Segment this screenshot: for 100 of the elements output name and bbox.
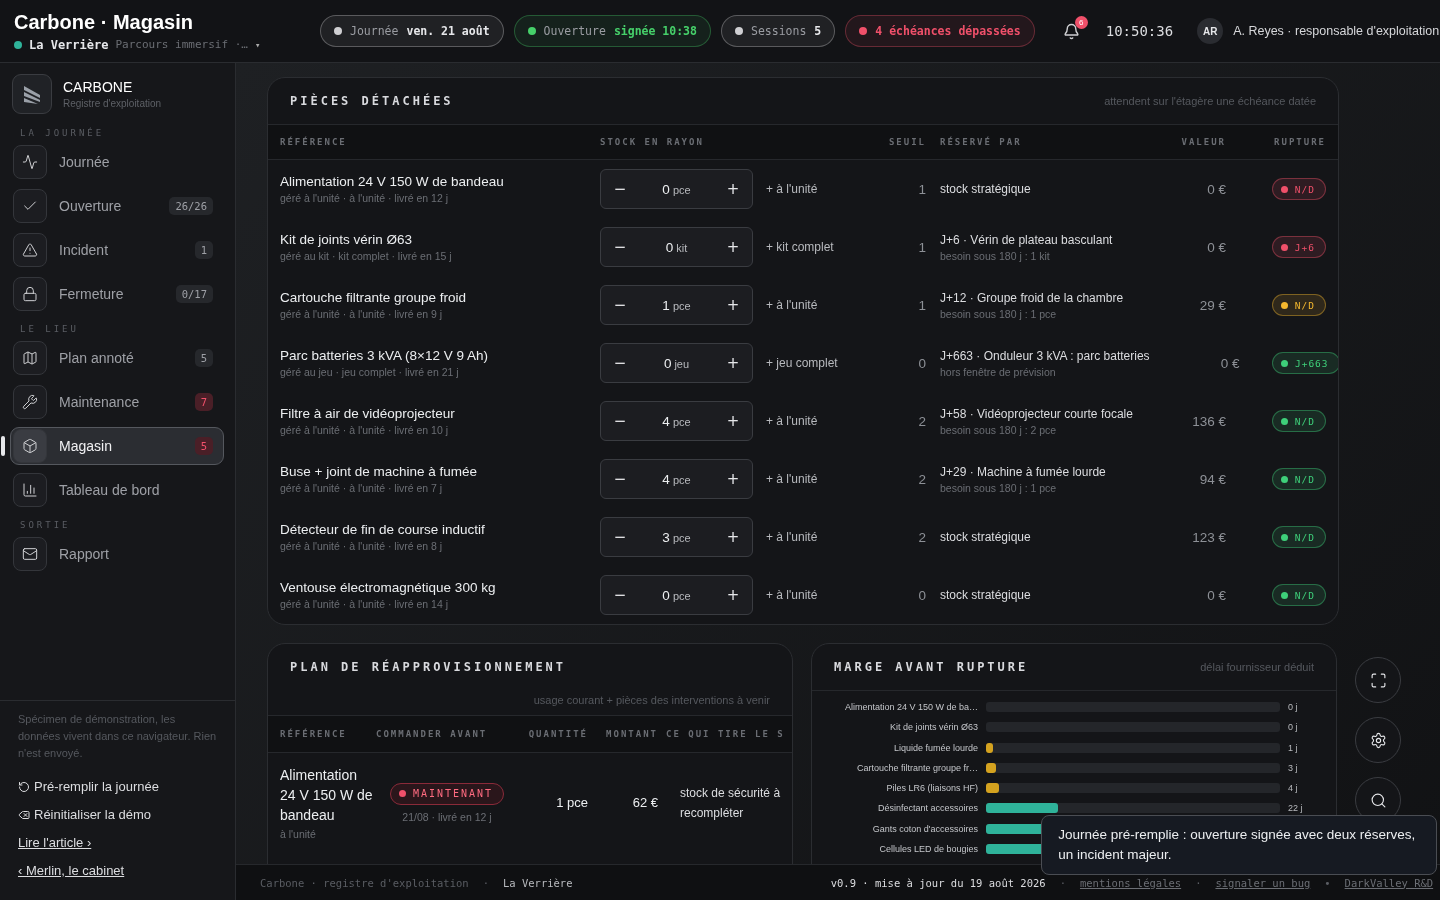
decrement-button[interactable]: − bbox=[601, 518, 639, 556]
bar-label: Kit de joints vérin Ø63 bbox=[888, 722, 978, 733]
part-detail: géré à l'unité · à l'unité · livré en 9 j bbox=[280, 308, 444, 320]
nav-item[interactable]: Tableau de bord bbox=[10, 471, 224, 509]
part-name: Buse + joint de machine à fumée bbox=[280, 464, 478, 479]
bar-reading: 1 j bbox=[1288, 742, 1299, 753]
decrement-button[interactable]: − bbox=[601, 576, 639, 614]
sidebar-link[interactable]: Lire l'article › bbox=[18, 835, 92, 850]
pulse-icon bbox=[22, 154, 38, 170]
unit-label: pce bbox=[672, 299, 691, 312]
quantity-value: 0 bbox=[665, 239, 674, 255]
wrench-icon bbox=[22, 394, 38, 410]
pack-size: + kit complet bbox=[766, 240, 834, 254]
brand-name: CARBONE bbox=[63, 79, 134, 95]
settings-button[interactable] bbox=[1355, 717, 1401, 763]
quantity-stepper[interactable]: − 0 pce + bbox=[600, 169, 753, 209]
footer-link[interactable]: signaler un bug bbox=[1215, 876, 1311, 889]
status-dot bbox=[14, 40, 22, 49]
increment-button[interactable]: + bbox=[714, 344, 752, 382]
reserved-by: J+29 · Machine à fumée lourde bbox=[940, 464, 1107, 479]
unit-label: à l'unité bbox=[280, 828, 317, 840]
column-header: RUPTURE bbox=[1273, 137, 1326, 147]
reason: stock de sécurité à recompléter bbox=[679, 784, 782, 822]
column-header: MONTANT bbox=[605, 729, 659, 739]
panel-subtitle: usage courant + pièces des interventions à venir bbox=[533, 694, 770, 706]
backspace-icon bbox=[18, 808, 30, 821]
quantity-stepper[interactable]: − 4 pce + bbox=[600, 401, 753, 441]
lock-icon bbox=[22, 286, 38, 302]
decrement-button[interactable]: − bbox=[601, 402, 639, 440]
bell-icon[interactable] bbox=[1062, 22, 1080, 40]
reserved-by: stock stratégique bbox=[940, 530, 1032, 544]
footer-version: v0.9 · mise à jour du 19 août 2026 bbox=[830, 876, 1046, 889]
bar-reading: 0 j bbox=[1288, 702, 1299, 712]
nav-label: Journée bbox=[59, 154, 111, 170]
site-selector[interactable]: La Verrière Parcours immersif ·… ▾ bbox=[14, 37, 310, 52]
expand-icon bbox=[1369, 671, 1387, 689]
sidebar-action[interactable]: Pré-remplir la journée bbox=[18, 779, 159, 794]
nav-label: Ouverture bbox=[59, 198, 123, 214]
reserved-detail: besoin sous 180 j : 1 pce bbox=[940, 481, 1058, 494]
footer-link[interactable]: DarkValley R&D bbox=[1344, 876, 1434, 889]
quantity-stepper[interactable]: − 0 kit + bbox=[600, 227, 753, 267]
pill-label: Sessions bbox=[750, 24, 807, 38]
unit-label: pce bbox=[672, 589, 691, 602]
search-icon bbox=[1369, 791, 1387, 809]
part-detail: géré au jeu · jeu complet · livré en 21 j bbox=[280, 366, 460, 378]
increment-button[interactable]: + bbox=[714, 460, 752, 498]
reserved-by: stock stratégique bbox=[940, 588, 1032, 602]
count-badge: 7 bbox=[194, 393, 213, 411]
decrement-button[interactable]: − bbox=[601, 460, 639, 498]
increment-button[interactable]: + bbox=[714, 518, 752, 556]
quantity-stepper[interactable]: − 3 pce + bbox=[600, 517, 753, 557]
increment-button[interactable]: + bbox=[714, 402, 752, 440]
pack-size: + à l'unité bbox=[766, 530, 818, 544]
reserved-by: J+6 · Vérin de plateau basculant bbox=[940, 232, 1114, 247]
footer-link[interactable]: mentions légales bbox=[1079, 876, 1182, 889]
count-badge: 26/26 bbox=[169, 197, 213, 215]
nav-item[interactable]: Maintenance 7 bbox=[10, 383, 224, 421]
decrement-button[interactable]: − bbox=[601, 344, 639, 382]
nav-item[interactable]: Journée bbox=[10, 143, 224, 181]
sidebar-action[interactable]: Réinitialiser la démo bbox=[18, 807, 152, 822]
warning-icon bbox=[22, 242, 38, 258]
increment-button[interactable]: + bbox=[714, 228, 752, 266]
unit-label: pce bbox=[672, 473, 691, 486]
bar-reading: 3 j bbox=[1288, 762, 1299, 773]
increment-button[interactable]: + bbox=[714, 286, 752, 324]
quantity-stepper[interactable]: − 0 pce + bbox=[600, 575, 753, 615]
pill-value: 5 bbox=[814, 24, 822, 38]
quantity-stepper[interactable]: − 0 jeu + bbox=[600, 343, 753, 383]
column-header: RÉSERVÉ PAR bbox=[940, 137, 1023, 147]
brand-subtitle: Registre d'exploitation bbox=[63, 98, 162, 109]
page-title: Carbone · Magasin bbox=[14, 10, 194, 34]
stock-value: 0 € bbox=[1206, 181, 1226, 197]
bar-label: Gants coton d'accessoires bbox=[871, 823, 978, 834]
sidebar-link[interactable]: ‹ Merlin, le cabinet bbox=[18, 863, 125, 878]
decrement-button[interactable]: − bbox=[601, 228, 639, 266]
nav-item[interactable]: Rapport bbox=[10, 535, 224, 573]
decrement-button[interactable]: − bbox=[601, 170, 639, 208]
decrement-button[interactable]: − bbox=[601, 286, 639, 324]
part-detail: géré à l'unité · à l'unité · livré en 12 j bbox=[280, 192, 449, 204]
user-name: A. Reyes · responsable d'exploitation bbox=[1233, 24, 1440, 38]
stock-value: 0 € bbox=[1206, 587, 1226, 603]
nav-item[interactable]: Fermeture 0/17 bbox=[10, 275, 224, 313]
pack-size: + à l'unité bbox=[766, 588, 818, 602]
count-badge: 1 bbox=[194, 241, 213, 259]
part-detail: géré à l'unité · à l'unité · livré en 14 j bbox=[280, 598, 449, 610]
logo-icon bbox=[12, 74, 52, 114]
nav-item[interactable]: Incident 1 bbox=[10, 231, 224, 269]
column-header: QUANTITÉ bbox=[527, 729, 588, 739]
pack-size: + à l'unité bbox=[766, 298, 818, 312]
nav-item[interactable]: Ouverture 26/26 bbox=[10, 187, 224, 225]
quantity-stepper[interactable]: − 1 pce + bbox=[600, 285, 753, 325]
reserved-by: J+58 · Vidéoprojecteur courte focale bbox=[940, 406, 1134, 421]
quantity: 1 pce bbox=[555, 793, 588, 812]
increment-button[interactable]: + bbox=[714, 576, 752, 614]
expand-button[interactable] bbox=[1355, 657, 1401, 703]
quantity-stepper[interactable]: − 4 pce + bbox=[600, 459, 753, 499]
nav-item[interactable]: Plan annoté 5 bbox=[10, 339, 224, 377]
increment-button[interactable]: + bbox=[714, 170, 752, 208]
user-avatar[interactable]: AR bbox=[1197, 18, 1224, 44]
section-title: SORTIE bbox=[19, 519, 72, 532]
